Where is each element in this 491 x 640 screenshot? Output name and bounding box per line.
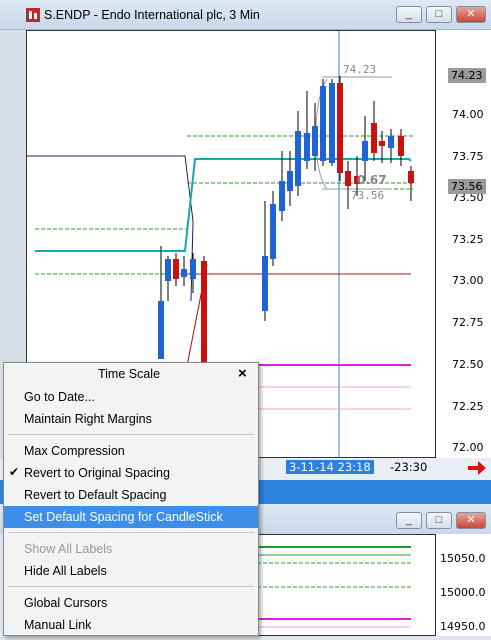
menu-title: Time Scale (97, 367, 161, 381)
close-window-button[interactable]: ✕ (456, 6, 486, 23)
candle (362, 141, 368, 161)
y-tick: 72.25 (452, 400, 484, 413)
candle (158, 301, 164, 359)
lower-y-tick: 14950.0 (440, 620, 486, 633)
candle (262, 256, 268, 311)
window-titlebar[interactable]: S.ENDP - Endo International plc, 3 Min _… (0, 0, 491, 30)
menu-item-max-compression[interactable]: Max Compression (4, 440, 258, 462)
candle (165, 259, 171, 281)
menu-item-set-default-spacing[interactable]: Set Default Spacing for CandleStick (4, 506, 258, 528)
menu-item-label: Revert to Original Spacing (24, 466, 170, 480)
candle (388, 136, 394, 148)
candle (345, 171, 351, 186)
time-cursor-label: 3-11-14 23:18 (286, 460, 374, 474)
y-tick: 73.00 (452, 274, 484, 287)
scroll-right-arrow-icon[interactable] (468, 461, 486, 475)
y-tick: 73.25 (452, 233, 484, 246)
menu-item-revert-original-spacing[interactable]: ✔ Revert to Original Spacing (4, 462, 258, 484)
menu-item-label: Hide All Labels (24, 564, 107, 578)
candle (312, 126, 318, 156)
menu-header: Time Scale × (4, 363, 258, 385)
price-axis[interactable]: 74.00 73.75 73.50 73.25 73.00 72.75 72.5… (436, 30, 491, 458)
menu-item-global-cursors[interactable]: Global Cursors (4, 592, 258, 614)
menu-item-label: Show All Labels (24, 542, 113, 556)
lower-y-tick: 15050.0 (440, 552, 486, 565)
menu-item-show-all-labels: Show All Labels (4, 538, 258, 560)
maximize-button[interactable]: □ (426, 6, 452, 23)
minimize-button[interactable]: _ (396, 6, 422, 23)
menu-item-label: Max Compression (24, 444, 125, 458)
y-tick: 73.75 (452, 150, 484, 163)
y-tick: 72.50 (452, 358, 484, 371)
high-annotation: 74.23 (343, 63, 376, 76)
time-end-label: -23:30 (390, 460, 428, 474)
candle (329, 83, 335, 163)
last-price-badge: 73.56 (448, 179, 486, 194)
y-tick: 72.00 (452, 441, 484, 454)
candle (371, 123, 377, 153)
candle (337, 83, 343, 173)
candle (304, 133, 310, 161)
candle (295, 131, 301, 186)
checkmark-icon: ✔ (9, 465, 20, 479)
cyan-line (35, 158, 412, 252)
low-annotation: 73.56 (351, 189, 384, 202)
menu-item-maintain-right-margins[interactable]: Maintain Right Margins (4, 408, 258, 430)
lower-price-axis[interactable]: 15050.0 15000.0 14950.0 (436, 534, 491, 636)
lower-y-tick: 15000.0 (440, 586, 486, 599)
candle (201, 261, 207, 371)
candles (158, 76, 414, 371)
menu-close-icon[interactable]: × (238, 365, 247, 382)
chart-app-icon (26, 8, 40, 22)
candle (279, 181, 285, 211)
candle (287, 171, 293, 191)
candle (270, 204, 276, 259)
y-tick: 72.75 (452, 316, 484, 329)
candle (408, 171, 414, 183)
menu-item-label: Manual Link (24, 618, 92, 632)
menu-item-revert-default-spacing[interactable]: Revert to Default Spacing (4, 484, 258, 506)
y-tick: 74.00 (452, 108, 484, 121)
menu-item-label: Maintain Right Margins (24, 412, 152, 426)
candle (173, 259, 179, 279)
mid-annotation: 0.67 (357, 173, 387, 187)
candle (379, 141, 385, 146)
menu-separator (8, 532, 254, 533)
menu-item-label: Go to Date... (24, 390, 95, 404)
candle (320, 86, 326, 161)
lower-close-button[interactable]: ✕ (456, 512, 486, 529)
menu-item-manual-link[interactable]: Manual Link (4, 614, 258, 636)
menu-item-label: Global Cursors (24, 596, 108, 610)
menu-item-hide-all-labels[interactable]: Hide All Labels (4, 560, 258, 582)
lower-minimize-button[interactable]: _ (396, 512, 422, 529)
high-price-badge: 74.23 (448, 68, 486, 83)
candle (190, 259, 196, 279)
menu-item-label: Revert to Default Spacing (24, 488, 167, 502)
candle (398, 136, 404, 156)
menu-item-go-to-date[interactable]: Go to Date... (4, 386, 258, 408)
candle (181, 269, 187, 277)
menu-separator (8, 586, 254, 587)
menu-item-label: Set Default Spacing for CandleStick (24, 510, 223, 524)
lower-maximize-button[interactable]: □ (426, 512, 452, 529)
time-scale-context-menu: Time Scale × Go to Date... Maintain Righ… (3, 362, 259, 636)
menu-separator (8, 434, 254, 435)
window-title: S.ENDP - Endo International plc, 3 Min (44, 8, 260, 22)
